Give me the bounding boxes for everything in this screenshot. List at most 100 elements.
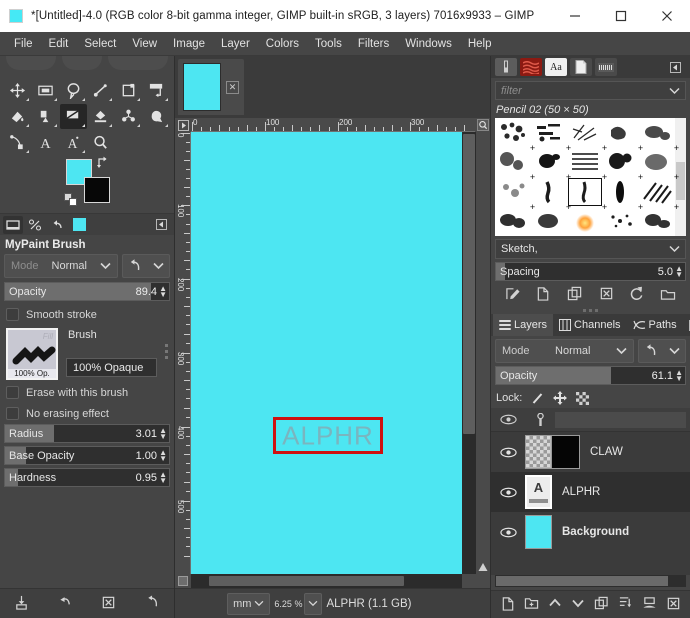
zoom-tool[interactable] [88,130,115,155]
paths-tool[interactable] [4,130,31,155]
layer-mode-reset-button[interactable] [638,339,686,363]
layer-row-background[interactable]: Background [491,512,690,552]
restore-tool-options-button[interactable] [58,595,73,613]
menu-tools[interactable]: Tools [307,36,350,52]
layer-name[interactable]: CLAW [580,446,623,458]
documents-tab[interactable] [570,58,592,76]
layer-name[interactable]: ALPHR [552,486,600,498]
zoom-control[interactable]: 6.25 % [274,593,322,615]
brush-filter-input[interactable]: filter [495,81,686,100]
brush-cell[interactable]: + [639,118,675,148]
reset-colors-icon[interactable] [64,193,78,207]
brush-preset-reset-button[interactable] [122,254,170,278]
zoom-dropdown-button[interactable] [304,593,322,615]
pointer-tab[interactable] [69,216,89,234]
radius-slider[interactable]: Radius 3.01 ▲▼ [4,424,170,443]
quick-mask-toggle[interactable] [175,574,191,588]
brush-cell[interactable]: + [495,177,531,207]
color-picker-tool[interactable]: A [60,130,87,155]
brush-cell[interactable]: + [567,148,603,178]
background-color-swatch[interactable] [84,177,110,203]
menu-layer[interactable]: Layer [213,36,258,52]
smooth-stroke-checkbox[interactable] [6,308,19,321]
layer-visibility-toggle[interactable] [491,447,525,458]
brush-cell[interactable]: + [639,148,675,178]
save-tool-options-button[interactable] [14,595,29,613]
lower-layer-button[interactable] [571,597,585,612]
dock-resize-handle[interactable] [491,307,690,314]
menu-edit[interactable]: Edit [41,36,77,52]
hardness-slider[interactable]: Hardness 0.95 ▲▼ [4,468,170,487]
free-select-tool[interactable] [60,78,87,103]
brush-cell[interactable]: + [531,118,567,148]
lock-position-icon[interactable] [553,391,567,405]
close-button[interactable] [644,0,690,32]
text-selection-box[interactable]: ALPHR [273,417,383,454]
brush-cell[interactable]: + [495,148,531,178]
brush-preview[interactable]: Fill 100% Op. [6,328,58,380]
tab-close-icon[interactable]: ✕ [226,81,239,94]
transform-tool[interactable] [143,78,170,103]
anchor-layer-button[interactable] [618,596,633,613]
opacity-spinner[interactable]: ▲▼ [159,286,167,298]
vertical-scroll-thumb[interactable] [463,134,475,434]
measure-tool[interactable] [88,78,115,103]
no-erasing-effect-row[interactable]: No erasing effect [0,403,174,424]
menu-select[interactable]: Select [76,36,124,52]
menu-help[interactable]: Help [460,36,500,52]
layer-opacity-slider[interactable]: Opacity 61.1 ▲▼ [495,366,686,385]
spacing-slider[interactable]: Spacing 5.0 ▲▼ [495,262,686,281]
tool-options-tab[interactable] [3,216,23,234]
brush-cell[interactable]: + [531,148,567,178]
brushes-dock-menu-button[interactable] [664,58,686,76]
brush-cell[interactable]: + [567,118,603,148]
layer-mode-dropdown[interactable]: Mode Normal [495,339,634,363]
new-layer-button[interactable] [501,596,515,614]
brush-cell[interactable]: + [495,118,531,148]
erase-with-brush-checkbox[interactable] [6,386,19,399]
gradients-tab[interactable] [595,58,617,76]
unit-dropdown[interactable]: mm [227,593,270,615]
brush-tag-dropdown[interactable]: Sketch, [495,239,686,259]
device-status-tab[interactable] [25,216,45,234]
delete-brush-button[interactable] [599,286,614,304]
tab-layers[interactable]: Layers [493,314,553,336]
no-erasing-effect-checkbox[interactable] [6,407,19,420]
layer-thumbnail[interactable]: A [525,475,552,509]
radius-spinner[interactable]: ▲▼ [159,428,167,440]
brush-cell[interactable]: + [603,177,639,207]
refresh-brushes-button[interactable] [629,286,644,304]
base-opacity-slider[interactable]: Base Opacity 1.00 ▲▼ [4,446,170,465]
undo-history-tab[interactable] [47,216,67,234]
layer-row-claw[interactable]: CLAW [491,432,690,472]
rectangle-select-tool[interactable] [32,78,59,103]
vertical-ruler[interactable]: 0 100 200 300 400 500 [175,132,191,574]
layer-name[interactable]: Background [552,526,629,538]
brush-cell[interactable]: + [603,118,639,148]
raise-layer-button[interactable] [548,597,562,612]
layer-visibility-toggle[interactable] [491,527,525,538]
lock-pixels-icon[interactable] [531,392,544,405]
brush-cell[interactable]: + [603,148,639,178]
menu-view[interactable]: View [124,36,165,52]
paint-mode-dropdown[interactable]: Mode Normal [4,254,118,278]
layer-thumbnail[interactable] [552,435,580,469]
duplicate-layer-button[interactable] [594,596,609,613]
layer-list-scroll-thumb[interactable] [496,576,668,586]
new-brush-button[interactable] [536,286,551,304]
edit-brush-button[interactable] [505,286,521,304]
duplicate-brush-button[interactable] [567,286,583,304]
ruler-corner-menu-button[interactable] [175,118,191,132]
brush-drag-handle[interactable] [165,328,169,359]
smooth-stroke-row[interactable]: Smooth stroke [0,304,174,325]
gradient-tool[interactable] [32,104,59,129]
patterns-tab[interactable] [520,58,542,76]
brush-cell[interactable]: + [531,177,567,207]
mypaint-brush-tool[interactable] [60,104,87,129]
horizontal-scroll-thumb[interactable] [209,576,404,586]
open-brush-folder-button[interactable] [660,287,676,304]
brush-cell[interactable]: + [639,177,675,207]
add-mask-button[interactable] [642,596,657,613]
new-layer-group-button[interactable] [524,596,539,613]
dock-menu-button[interactable] [151,216,171,234]
